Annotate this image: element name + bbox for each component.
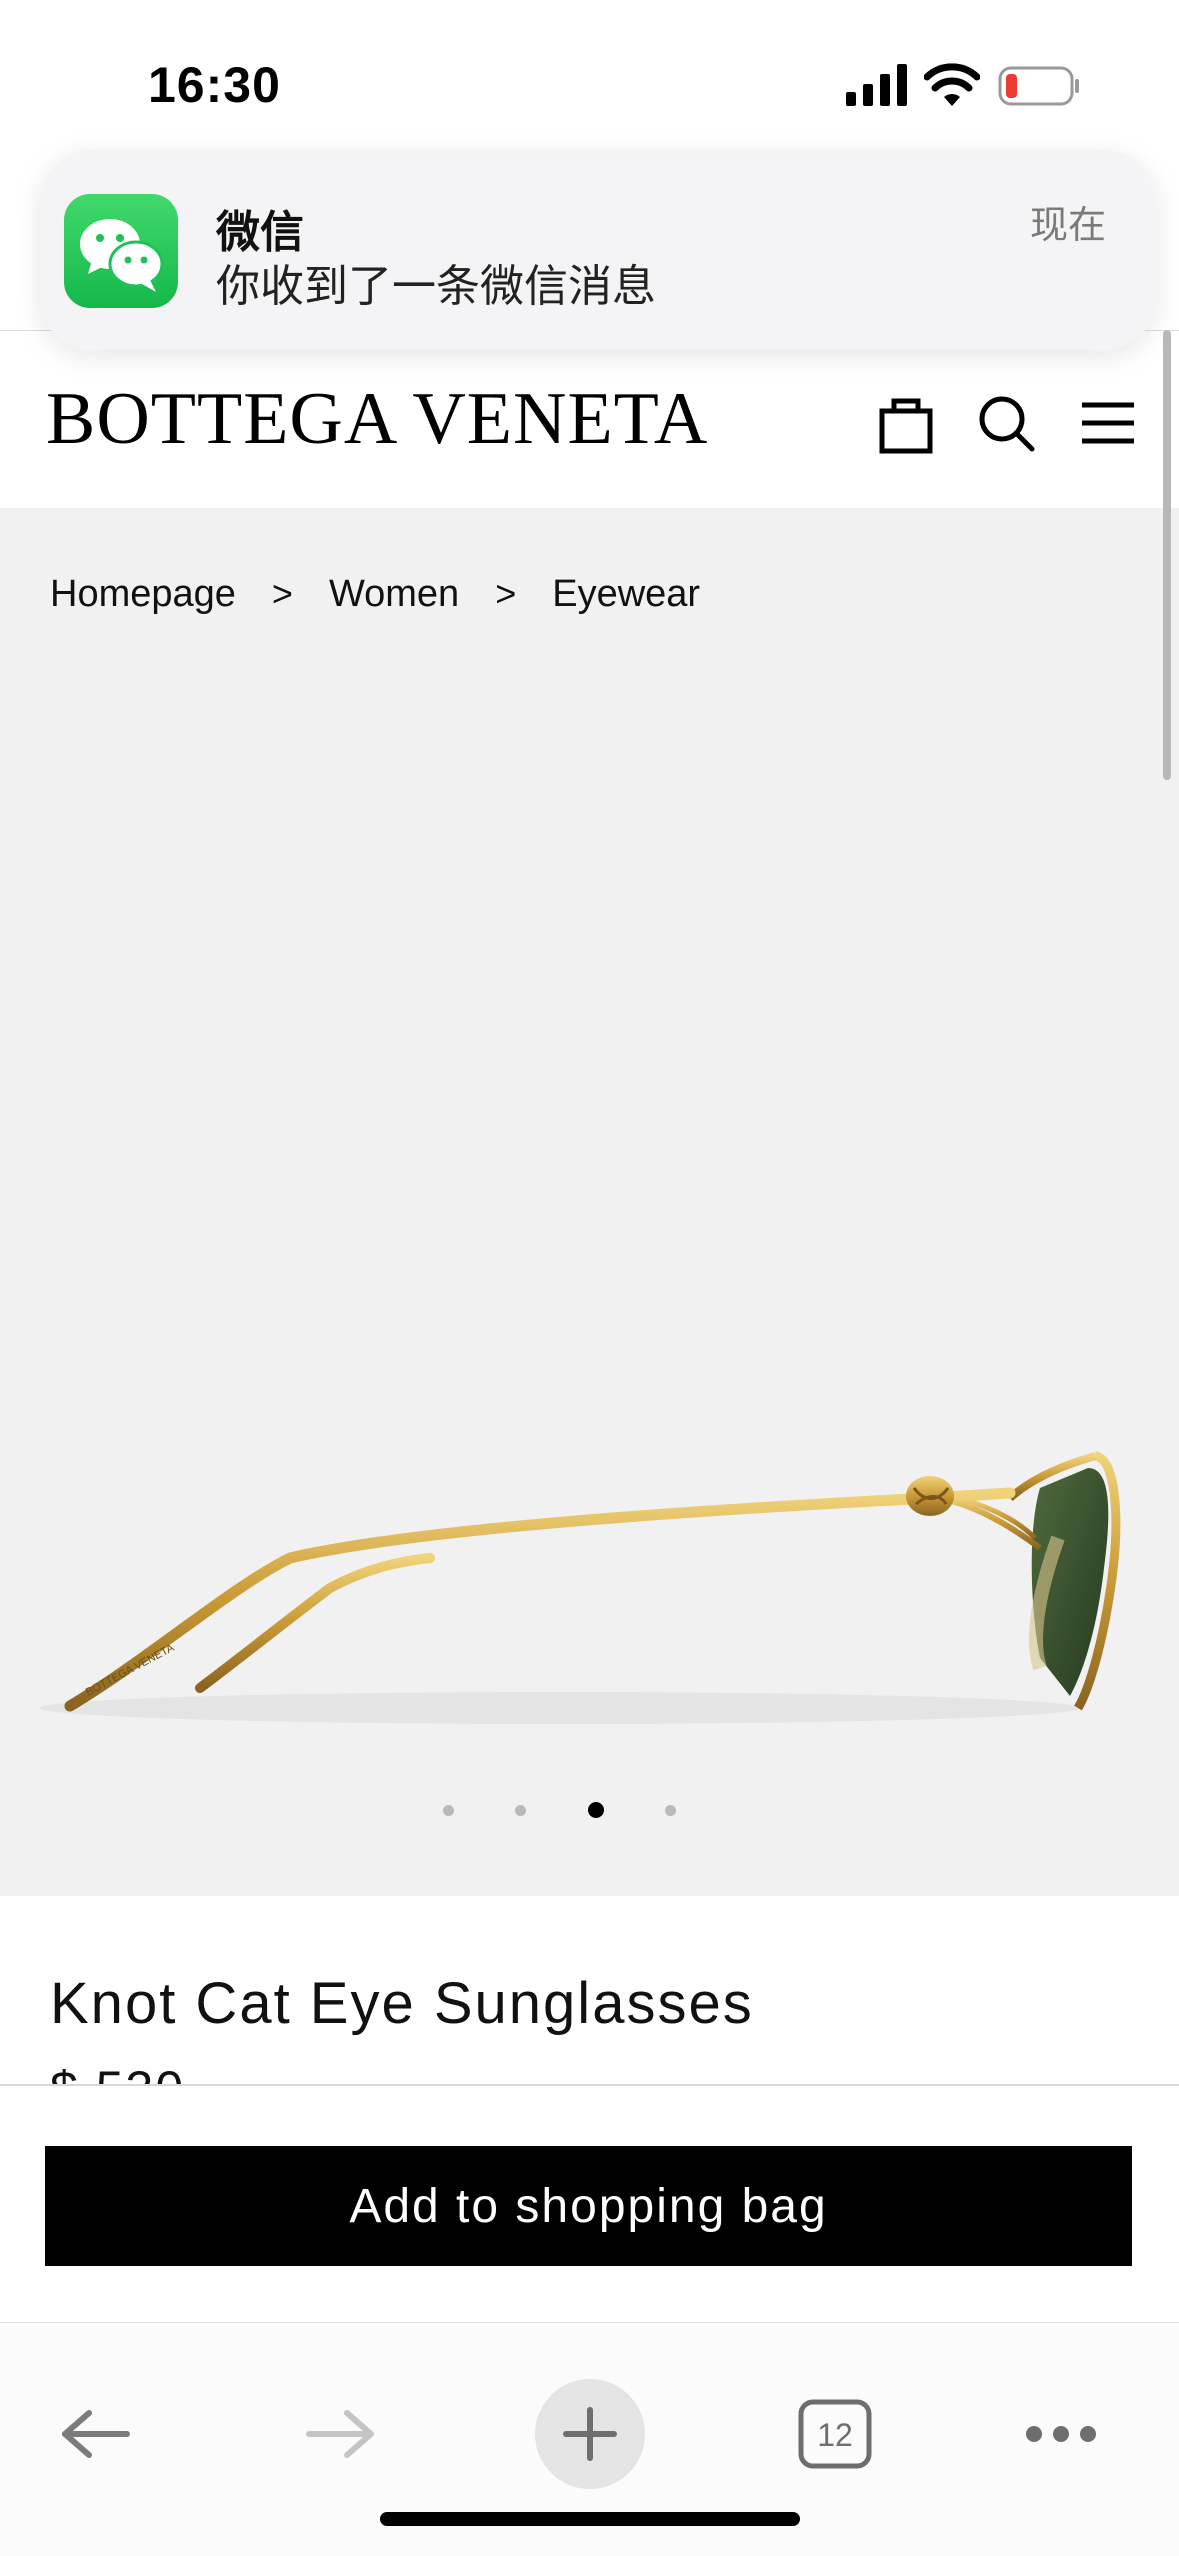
tabs-icon: 12 <box>798 2399 872 2469</box>
plus-icon <box>563 2407 617 2461</box>
wifi-icon <box>924 63 980 106</box>
arrow-right-icon <box>306 2410 374 2458</box>
product-price-container: $ 530 <box>50 2060 450 2084</box>
status-time: 16:30 <box>148 57 281 113</box>
home-indicator <box>380 2512 800 2526</box>
breadcrumb-women[interactable]: Women <box>329 573 459 616</box>
carousel-dot-active[interactable] <box>588 1802 604 1818</box>
new-tab-button[interactable] <box>535 2379 645 2489</box>
shopping-bag-icon[interactable] <box>874 391 938 455</box>
scroll-indicator <box>1163 330 1171 780</box>
tabs-button[interactable]: 12 <box>780 2379 890 2489</box>
breadcrumb-eyewear[interactable]: Eyewear <box>552 573 700 616</box>
site-header: BOTTEGA VENETA <box>0 330 1179 508</box>
tab-count: 12 <box>817 2417 853 2453</box>
product-price: $ 530 <box>50 2060 185 2084</box>
menu-icon[interactable] <box>1076 391 1140 455</box>
arrow-left-icon <box>62 2410 130 2458</box>
status-bar: 16:30 <box>0 0 1179 150</box>
more-dots-icon <box>1026 2426 1096 2442</box>
temple-engraving: BOTTEGA VENETA <box>84 1642 177 1699</box>
carousel-pagination <box>0 1798 1179 1828</box>
back-button[interactable] <box>40 2379 150 2489</box>
breadcrumb-separator: > <box>271 573 293 614</box>
brand-logo[interactable]: BOTTEGA VENETA <box>46 377 708 462</box>
product-image: BOTTEGA VENETA <box>40 1451 1121 1724</box>
notification-message: 你收到了一条微信消息 <box>216 262 656 311</box>
add-to-bag-panel: Add to shopping bag <box>0 2084 1179 2324</box>
wechat-notification[interactable]: 微信 你收到了一条微信消息 现在 <box>40 150 1156 350</box>
battery-low-icon <box>998 66 1079 106</box>
breadcrumb-separator: > <box>495 573 517 614</box>
carousel-dot[interactable] <box>514 1804 526 1816</box>
search-icon[interactable] <box>976 391 1040 455</box>
breadcrumb-homepage[interactable]: Homepage <box>50 573 236 616</box>
product-image-carousel[interactable]: BOTTEGA VENETA Homepage > Women > Eyewea… <box>0 508 1179 1896</box>
notification-time: 现在 <box>1029 205 1106 247</box>
wechat-app-icon <box>64 194 178 308</box>
more-button[interactable] <box>1006 2379 1116 2489</box>
cellular-signal-icon <box>846 64 907 106</box>
carousel-dot[interactable] <box>664 1804 676 1816</box>
add-to-bag-button[interactable]: Add to shopping bag <box>45 2146 1132 2266</box>
breadcrumb: Homepage > Women > Eyewear <box>50 564 700 624</box>
forward-button[interactable] <box>286 2379 396 2489</box>
product-title: Knot Cat Eye Sunglasses <box>50 1971 754 2036</box>
carousel-dot[interactable] <box>442 1804 454 1816</box>
